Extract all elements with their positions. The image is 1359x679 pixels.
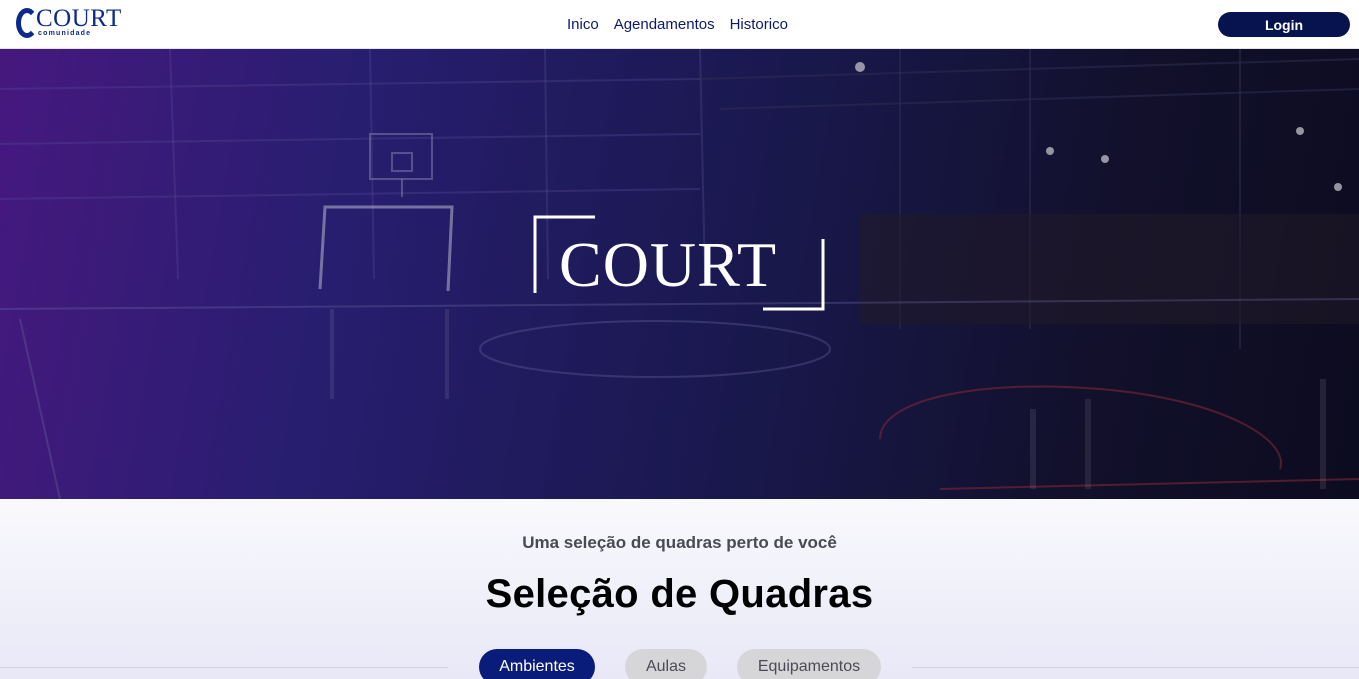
logo-c-mark (16, 8, 38, 38)
tab-aulas[interactable]: Aulas (625, 649, 707, 679)
hero-logo-wordmark: COURT (559, 229, 778, 300)
logo-tagline: comunidade (38, 30, 92, 37)
court-logo[interactable]: COURT comunidade (16, 6, 136, 40)
divider-left (0, 667, 448, 668)
section-subtitle: Uma seleção de quadras perto de você (522, 533, 837, 552)
section-title: Seleção de Quadras (485, 572, 874, 616)
tab-ambientes[interactable]: Ambientes (479, 649, 595, 679)
nav-link-historico[interactable]: Historico (730, 15, 788, 35)
nav-link-inicio[interactable]: Inico (567, 15, 599, 35)
hero-banner: COURT (0, 49, 1359, 499)
top-navbar: COURT comunidade Inico Agendamentos Hist… (0, 0, 1359, 49)
logo-wordmark: COURT (36, 5, 122, 32)
login-button[interactable]: Login (1218, 12, 1350, 37)
court-selection-section: Uma seleção de quadras perto de você Sel… (0, 499, 1359, 679)
nav-link-agendamentos[interactable]: Agendamentos (614, 15, 715, 35)
divider-right (912, 667, 1359, 668)
hero-court-logo: COURT (533, 215, 825, 311)
main-nav: Inico Agendamentos Historico (567, 15, 788, 35)
tab-equipamentos[interactable]: Equipamentos (737, 649, 881, 679)
